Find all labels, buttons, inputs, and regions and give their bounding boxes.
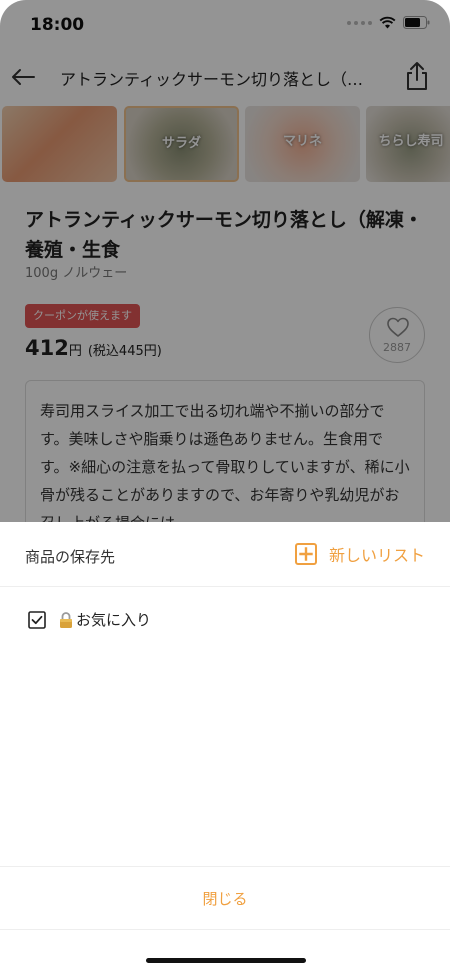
list-item-label: お気に入り	[76, 611, 152, 629]
lock-icon	[60, 611, 72, 628]
save-list-sheet: 商品の保存先 新しいリスト お気に入り 閉じる	[0, 522, 450, 972]
checkbox-checked-icon[interactable]	[28, 610, 46, 629]
close-label: 閉じる	[202, 889, 248, 908]
new-list-button[interactable]: 新しいリスト	[294, 542, 425, 566]
sheet-title: 商品の保存先	[25, 548, 116, 566]
close-button[interactable]: 閉じる	[0, 866, 450, 930]
home-indicator	[146, 958, 306, 963]
sheet-header: 商品の保存先 新しいリスト	[0, 522, 450, 587]
new-list-label: 新しいリスト	[328, 546, 425, 565]
plus-square-icon	[294, 543, 317, 565]
list-item-favorites[interactable]: お気に入り	[28, 609, 151, 630]
